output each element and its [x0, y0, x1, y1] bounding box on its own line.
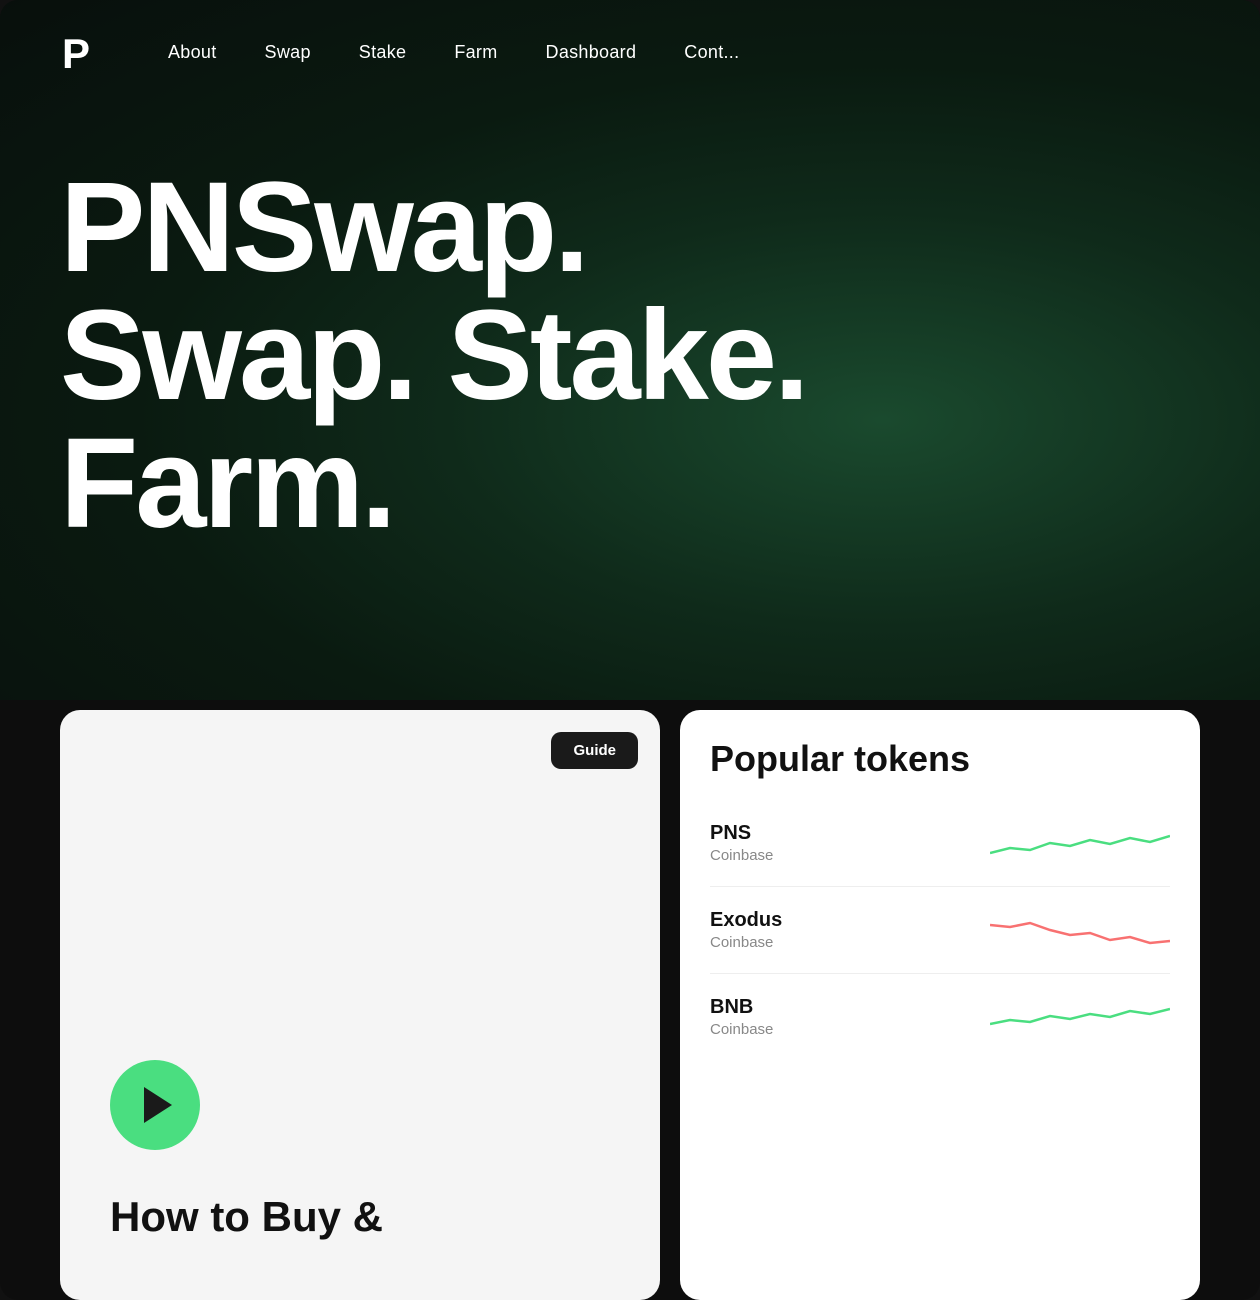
nav-farm[interactable]: Farm [454, 42, 497, 62]
cards-section: Guide How to Buy & Popular tokens PNS Co… [0, 690, 1260, 1300]
token-info-pns: PNS Coinbase [710, 822, 773, 864]
nav-links: About Swap Stake Farm Dashboard Cont... [168, 42, 739, 63]
token-list: PNS Coinbase Exodus Coinbase [710, 800, 1170, 1060]
card-subtitle: How to Buy & [110, 1194, 383, 1240]
main-container: P About Swap Stake Farm Dashboard Cont..… [0, 0, 1260, 1300]
logo[interactable]: P [60, 28, 108, 76]
nav-contact[interactable]: Cont... [684, 42, 739, 62]
hero-title-line3: Farm. [60, 412, 394, 555]
card-subtitle-text: How to Buy & [110, 1193, 383, 1240]
token-item-exodus: Exodus Coinbase [710, 887, 1170, 974]
token-chart-bnb [990, 992, 1170, 1042]
tokens-card: Popular tokens PNS Coinbase Exodus [680, 710, 1200, 1300]
token-name-pns: PNS [710, 822, 773, 845]
play-button[interactable] [110, 1060, 200, 1150]
navbar: P About Swap Stake Farm Dashboard Cont..… [0, 0, 1260, 104]
nav-dashboard[interactable]: Dashboard [546, 42, 637, 62]
token-chart-exodus [990, 905, 1170, 955]
play-button-container [110, 1060, 200, 1150]
token-item-pns: PNS Coinbase [710, 800, 1170, 887]
play-icon [144, 1087, 172, 1123]
nav-swap[interactable]: Swap [265, 42, 311, 62]
token-name-bnb: BNB [710, 996, 773, 1019]
guide-button[interactable]: Guide [551, 732, 638, 769]
token-exchange-bnb: Coinbase [710, 1021, 773, 1038]
token-exchange-pns: Coinbase [710, 847, 773, 864]
svg-text:P: P [62, 30, 90, 76]
token-info-exodus: Exodus Coinbase [710, 909, 782, 951]
nav-stake[interactable]: Stake [359, 42, 407, 62]
guide-card: Guide How to Buy & [60, 710, 660, 1300]
hero-content: PNSwap. Swap. Stake. Farm. [0, 104, 1260, 548]
token-info-bnb: BNB Coinbase [710, 996, 773, 1038]
tokens-title: Popular tokens [710, 738, 1170, 780]
hero-title-line1: PNSwap. [60, 156, 587, 299]
token-exchange-exodus: Coinbase [710, 934, 782, 951]
hero-title-line2: Swap. Stake. [60, 284, 807, 427]
nav-about[interactable]: About [168, 42, 217, 62]
token-chart-pns [990, 818, 1170, 868]
hero-title: PNSwap. Swap. Stake. Farm. [60, 164, 1200, 548]
token-name-exodus: Exodus [710, 909, 782, 932]
token-item-bnb: BNB Coinbase [710, 974, 1170, 1060]
